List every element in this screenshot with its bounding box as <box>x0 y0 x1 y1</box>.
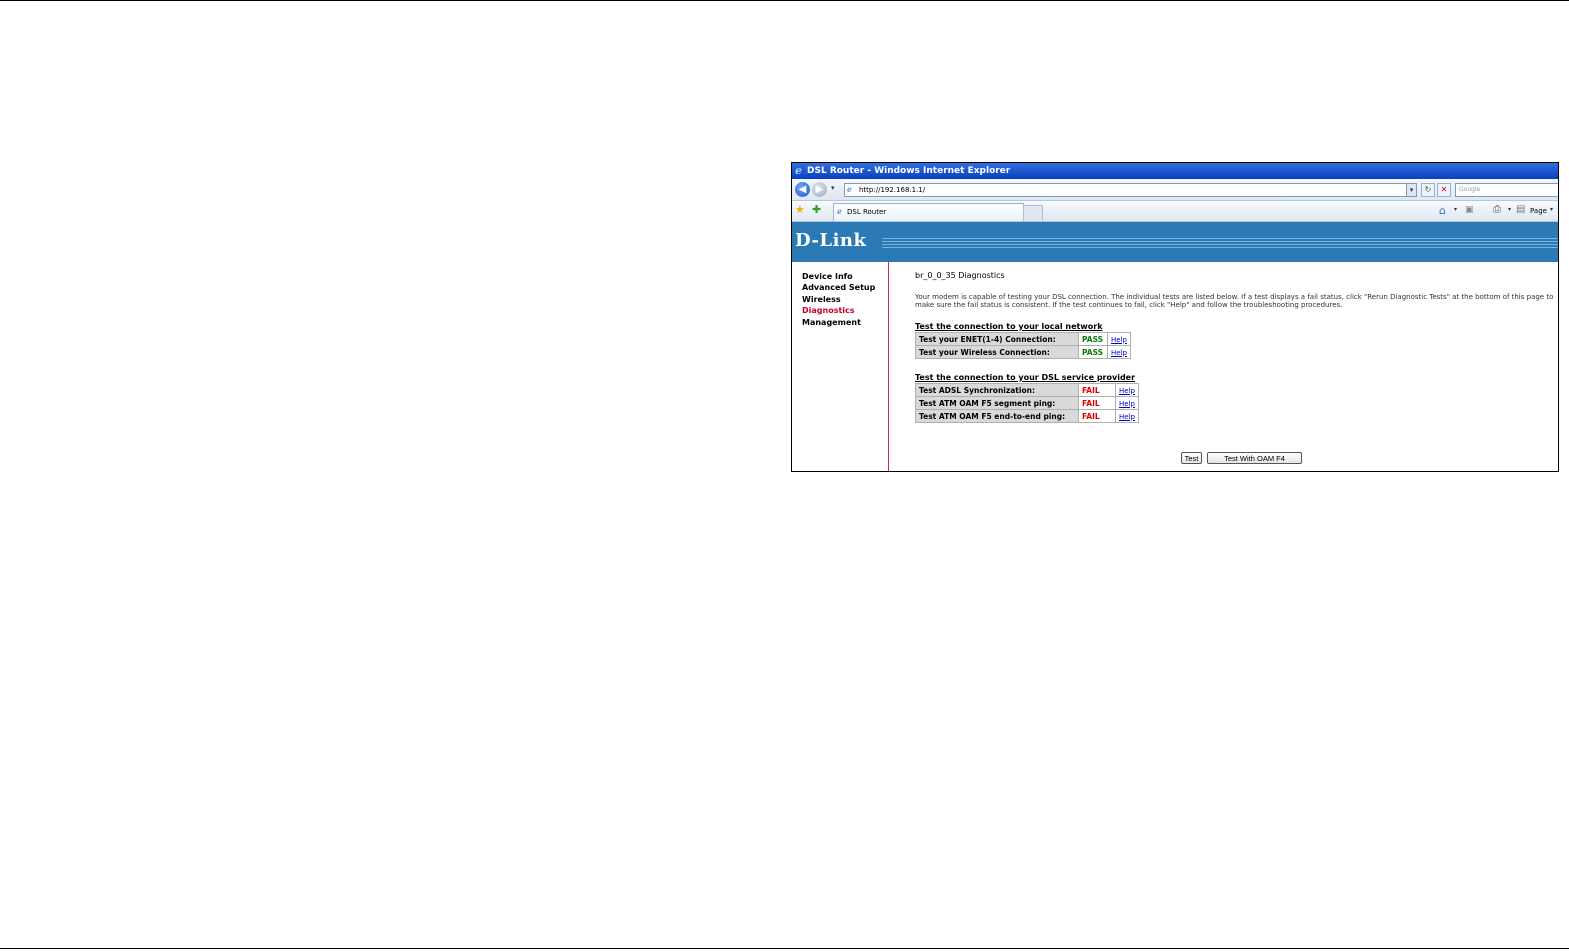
address-input[interactable]: ℯ http://192.168.1.1/ <box>844 183 1412 197</box>
table-row: Test ADSL Synchronization: FAIL Help <box>915 383 1139 397</box>
sidebar-nav: Device Info Advanced Setup Wireless Diag… <box>792 262 889 471</box>
page-menu-icon[interactable]: ▤ <box>1516 204 1525 215</box>
help-cell: Help <box>1115 396 1139 410</box>
provider-heading-text: Test the connection to your DSL service … <box>915 373 1136 382</box>
table-row: Test your ENET(1-4) Connection: PASS Hel… <box>915 332 1131 346</box>
help-link[interactable]: Help <box>1111 349 1127 357</box>
search-input[interactable]: Google <box>1455 183 1558 197</box>
tab-bar: ★ ✚ ℯ DSL Router ⌂ ▾ ▣ ⎙ ▾ ▤ Page ▾ <box>792 201 1558 222</box>
sidebar-item-management[interactable]: Management <box>802 317 861 328</box>
tab-page-icon: ℯ <box>837 207 842 216</box>
page-menu[interactable]: Page <box>1530 205 1547 217</box>
banner-stripes <box>882 236 1558 250</box>
table-row: Test ATM OAM F5 end-to-end ping: FAIL He… <box>915 409 1139 423</box>
test-oam-f4-button[interactable]: Test With OAM F4 <box>1207 452 1302 464</box>
back-arrow-icon[interactable]: ◀ <box>795 182 810 197</box>
main-content: br_0_0_35 Diagnostics Your modem is capa… <box>889 262 1558 471</box>
address-url: http://192.168.1.1/ <box>859 186 926 194</box>
help-cell: Help <box>1107 332 1131 346</box>
local-network-heading-text: Test the connection to your local networ… <box>915 322 1103 331</box>
status-badge: FAIL <box>1078 383 1116 397</box>
window-title: DSL Router - Windows Internet Explorer <box>807 166 1011 176</box>
stop-icon[interactable]: ✕ <box>1437 183 1451 197</box>
history-dropdown-icon[interactable]: ▾ <box>831 184 835 192</box>
brand-banner: D-Link <box>792 222 1558 262</box>
print-icon[interactable]: ⎙ <box>1493 204 1501 215</box>
test-label: Test ATM OAM F5 segment ping: <box>915 396 1079 410</box>
page-top-rule <box>0 0 1569 1</box>
status-badge: PASS <box>1078 332 1108 346</box>
test-label: Test your Wireless Connection: <box>915 345 1079 359</box>
sidebar-item-device-info[interactable]: Device Info <box>802 271 853 282</box>
help-link[interactable]: Help <box>1111 336 1127 344</box>
tab-label: DSL Router <box>847 208 887 216</box>
browser-window: ℯ DSL Router - Windows Internet Explorer… <box>791 162 1559 472</box>
address-toolbar: ◀ ▶ ▾ ℯ http://192.168.1.1/ ▾ ↻ ✕ Google <box>792 179 1558 201</box>
page-icon: ℯ <box>847 185 852 194</box>
provider-heading: Test the connection to your DSL service … <box>915 373 1135 382</box>
refresh-icon[interactable]: ↻ <box>1421 183 1435 197</box>
window-titlebar: ℯ DSL Router - Windows Internet Explorer <box>792 163 1558 179</box>
dlink-logo: D-Link <box>795 230 867 251</box>
home-dropdown-icon[interactable]: ▾ <box>1454 206 1457 213</box>
help-cell: Help <box>1115 383 1139 397</box>
test-label: Test your ENET(1-4) Connection: <box>915 332 1079 346</box>
intro-text: Your modem is capable of testing your DS… <box>915 293 1554 309</box>
search-placeholder: Google <box>1459 186 1481 193</box>
tab-dsl-router[interactable]: ℯ DSL Router <box>833 203 1024 221</box>
home-icon[interactable]: ⌂ <box>1439 204 1446 217</box>
local-network-heading: Test the connection to your local networ… <box>915 322 1103 331</box>
page-bottom-rule <box>0 948 1569 949</box>
test-label: Test ATM OAM F5 end-to-end ping: <box>915 409 1079 423</box>
test-label: Test ADSL Synchronization: <box>915 383 1079 397</box>
table-row: Test ATM OAM F5 segment ping: FAIL Help <box>915 396 1139 410</box>
favorites-star-icon[interactable]: ★ <box>795 203 805 216</box>
status-badge: PASS <box>1078 345 1108 359</box>
help-link[interactable]: Help <box>1119 413 1135 421</box>
feeds-icon[interactable]: ▣ <box>1465 205 1474 215</box>
page-dropdown-icon[interactable]: ▾ <box>1550 206 1553 213</box>
local-tests-table: Test your ENET(1-4) Connection: PASS Hel… <box>915 332 1131 359</box>
help-cell: Help <box>1115 409 1139 423</box>
table-row: Test your Wireless Connection: PASS Help <box>915 345 1131 359</box>
status-badge: FAIL <box>1078 396 1116 410</box>
sidebar-item-wireless[interactable]: Wireless <box>802 294 841 305</box>
test-button[interactable]: Test <box>1181 452 1202 464</box>
help-link[interactable]: Help <box>1119 387 1135 395</box>
new-tab-button[interactable] <box>1023 205 1043 221</box>
sidebar-item-diagnostics[interactable]: Diagnostics <box>802 305 855 316</box>
provider-tests-table: Test ADSL Synchronization: FAIL Help Tes… <box>915 383 1139 423</box>
page-title: br_0_0_35 Diagnostics <box>915 271 1005 280</box>
print-dropdown-icon[interactable]: ▾ <box>1508 206 1511 213</box>
add-favorites-icon[interactable]: ✚ <box>812 203 821 216</box>
address-dropdown-icon[interactable]: ▾ <box>1406 183 1417 197</box>
help-cell: Help <box>1107 345 1131 359</box>
ie-icon: ℯ <box>795 164 802 177</box>
forward-arrow-icon[interactable]: ▶ <box>812 182 827 197</box>
help-link[interactable]: Help <box>1119 400 1135 408</box>
sidebar-item-advanced-setup[interactable]: Advanced Setup <box>802 282 875 293</box>
status-badge: FAIL <box>1078 409 1116 423</box>
